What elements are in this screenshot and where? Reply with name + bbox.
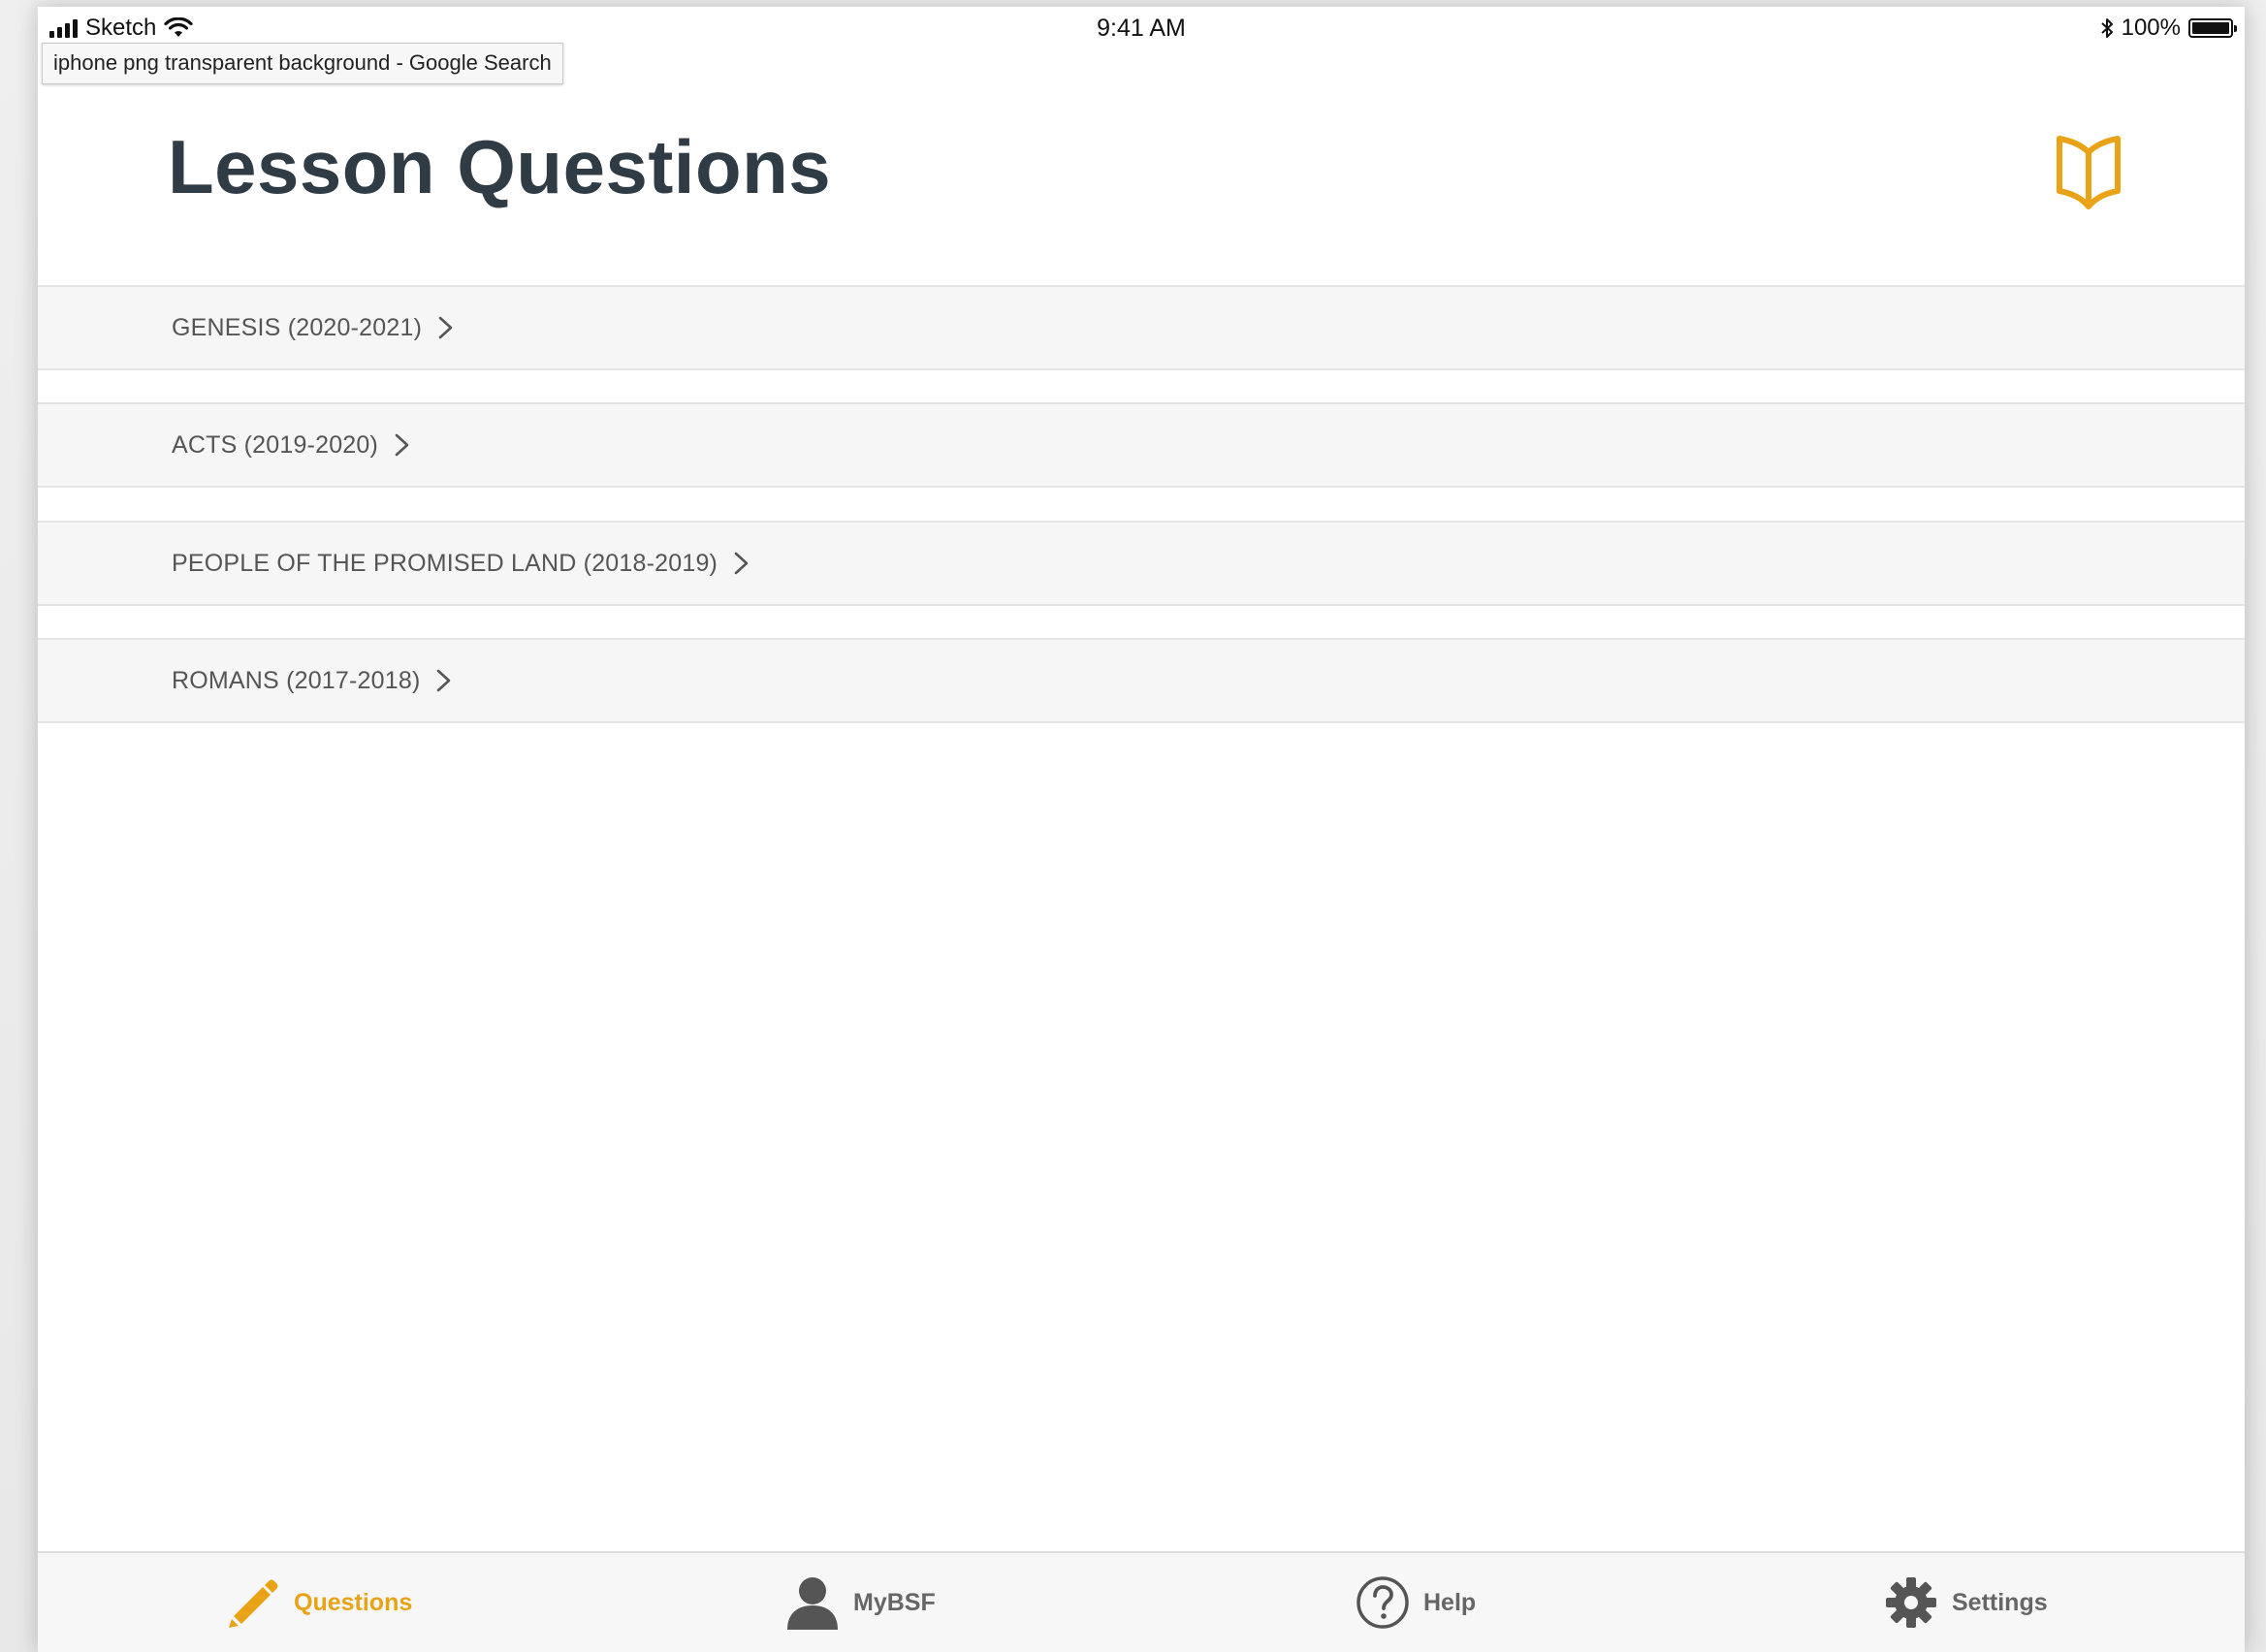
- browser-tooltip: iphone png transparent background - Goog…: [42, 43, 563, 84]
- tab-label: Questions: [294, 1588, 413, 1616]
- tab-label: Help: [1423, 1588, 1477, 1616]
- chevron-right-icon: [437, 669, 451, 692]
- pencil-icon: [229, 1579, 278, 1628]
- tab-bar: Questions MyBSF Help Settings: [38, 1551, 2245, 1652]
- screenshot-frame: Sketch 9:41 AM 100% iphone png transpare…: [0, 0, 2266, 1652]
- tab-help[interactable]: Help: [1356, 1553, 1476, 1652]
- question-circle-icon: [1356, 1576, 1409, 1629]
- gear-icon: [1886, 1577, 1936, 1628]
- course-label: ACTS (2019-2020): [172, 430, 379, 459]
- page-title: Lesson Questions: [168, 124, 832, 209]
- tab-label: MyBSF: [853, 1588, 936, 1616]
- tab-label: Settings: [1952, 1588, 2048, 1616]
- course-item-acts[interactable]: ACTS (2019-2020): [38, 402, 2245, 488]
- ipad-screen: Sketch 9:41 AM 100% iphone png transpare…: [38, 7, 2245, 1652]
- chevron-right-icon: [395, 433, 409, 457]
- tab-questions[interactable]: Questions: [226, 1553, 412, 1652]
- chevron-right-icon: [438, 316, 453, 339]
- course-item-people-of-the-promised-land[interactable]: PEOPLE OF THE PROMISED LAND (2018-2019): [38, 521, 2245, 606]
- course-label: GENESIS (2020-2021): [172, 313, 423, 341]
- battery-icon: [2188, 18, 2237, 38]
- status-bar: Sketch 9:41 AM 100% iphone png transpare…: [38, 7, 2245, 84]
- course-label: PEOPLE OF THE PROMISED LAND (2018-2019): [172, 549, 718, 577]
- status-time: 9:41 AM: [1097, 15, 1186, 42]
- chevron-right-icon: [734, 552, 749, 575]
- tab-mybsf[interactable]: MyBSF: [785, 1553, 936, 1652]
- status-right: 100%: [2100, 15, 2237, 42]
- person-icon: [787, 1577, 838, 1630]
- battery-percent: 100%: [2121, 15, 2181, 41]
- tab-settings[interactable]: Settings: [1884, 1553, 2048, 1652]
- course-item-genesis[interactable]: GENESIS (2020-2021): [38, 285, 2245, 370]
- book-open-icon[interactable]: [2055, 135, 2122, 210]
- bluetooth-icon: [2100, 18, 2113, 38]
- course-label: ROMANS (2017-2018): [172, 666, 421, 694]
- course-item-romans[interactable]: ROMANS (2017-2018): [38, 638, 2245, 723]
